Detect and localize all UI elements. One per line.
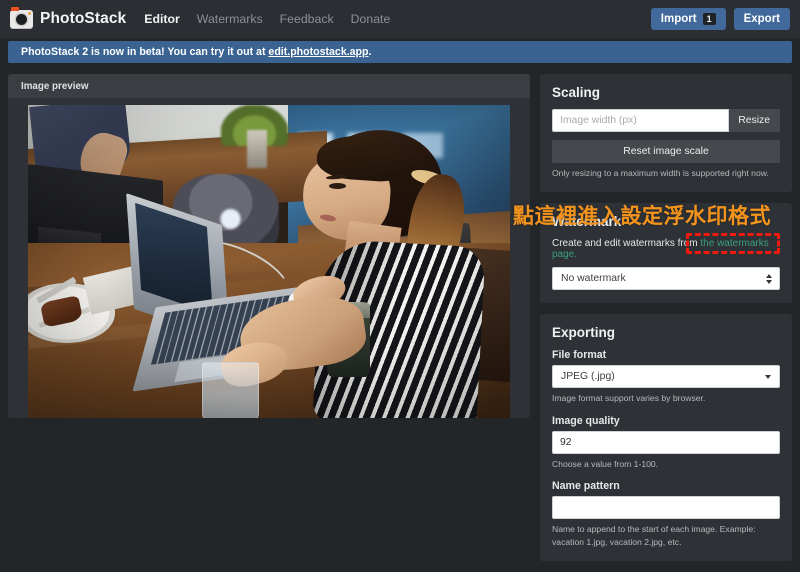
image-preview-stage [8, 98, 530, 418]
nav-link-editor[interactable]: Editor [144, 12, 180, 26]
annotation-highlight-box [686, 233, 780, 254]
image-width-input[interactable] [552, 109, 730, 132]
file-format-select-wrap[interactable]: JPEG (.jpg) [552, 365, 780, 389]
image-quality-label: Image quality [552, 414, 620, 427]
annotation-instruction-text: 點這裡進入設定浮水印格式 [513, 204, 771, 228]
scaling-title: Scaling [552, 85, 601, 100]
import-button-label: Import [660, 12, 697, 25]
resize-button[interactable]: Resize [729, 109, 780, 132]
navbar-actions: Import 1 Export [650, 7, 790, 31]
import-button[interactable]: Import 1 [650, 7, 726, 31]
scaling-help-text: Only resizing to a maximum width is supp… [552, 168, 769, 178]
import-count-badge: 1 [702, 12, 716, 26]
export-button-label: Export [743, 12, 780, 25]
preview-photo[interactable] [28, 105, 510, 418]
chevron-down-icon [765, 374, 771, 379]
nav-link-feedback[interactable]: Feedback [280, 12, 334, 26]
beta-banner-text-before: PhotoStack 2 is now in beta! You can try… [21, 46, 269, 58]
image-preview-card: Image preview [8, 74, 530, 418]
watermark-select-value: No watermark [561, 273, 626, 285]
beta-banner: PhotoStack 2 is now in beta! You can try… [8, 41, 792, 63]
beta-banner-text: PhotoStack 2 is now in beta! You can try… [21, 46, 371, 58]
file-format-value: JPEG (.jpg) [561, 371, 615, 383]
nav-link-donate[interactable]: Donate [351, 12, 391, 26]
image-preview-header: Image preview [8, 74, 530, 98]
scaling-width-row: Resize [552, 109, 780, 132]
watermark-select[interactable]: No watermark [552, 267, 780, 291]
camera-flash-icon [28, 12, 31, 15]
name-pattern-input[interactable] [552, 496, 780, 520]
scaling-panel: Scaling Resize Reset image scale Only re… [540, 74, 792, 193]
name-pattern-help: Name to append to the start of each imag… [552, 524, 756, 547]
exporting-title: Exporting [552, 325, 615, 341]
photo-vignette [28, 105, 510, 418]
brand-logo[interactable]: PhotoStack [10, 6, 127, 29]
camera-icon [10, 6, 33, 29]
reset-image-scale-button[interactable]: Reset image scale [552, 140, 780, 163]
chevron-up-down-icon [766, 273, 772, 284]
watermark-select-wrap[interactable]: No watermark [552, 267, 780, 291]
file-format-select[interactable]: JPEG (.jpg) [552, 365, 780, 389]
exporting-panel: Exporting File format JPEG (.jpg) Image … [540, 314, 792, 562]
file-format-label: File format [552, 349, 607, 362]
brand-name: PhotoStack [40, 10, 127, 27]
nav-link-watermarks[interactable]: Watermarks [197, 12, 263, 26]
image-quality-help: Choose a value from 1-100. [552, 458, 659, 469]
nav-links: Editor Watermarks Feedback Donate [144, 12, 390, 26]
settings-column: Scaling Resize Reset image scale Only re… [540, 74, 792, 572]
name-pattern-label: Name pattern [552, 480, 620, 493]
top-navbar: PhotoStack Editor Watermarks Feedback Do… [0, 0, 800, 38]
image-preview-title: Image preview [21, 80, 89, 92]
beta-banner-link[interactable]: edit.photostack.app [268, 46, 368, 58]
export-button[interactable]: Export [733, 7, 790, 31]
image-quality-input[interactable] [552, 430, 780, 454]
watermark-description-text: Create and edit watermarks from [552, 238, 701, 250]
beta-banner-text-after: . [368, 46, 372, 58]
file-format-help: Image format support varies by browser. [552, 393, 706, 404]
